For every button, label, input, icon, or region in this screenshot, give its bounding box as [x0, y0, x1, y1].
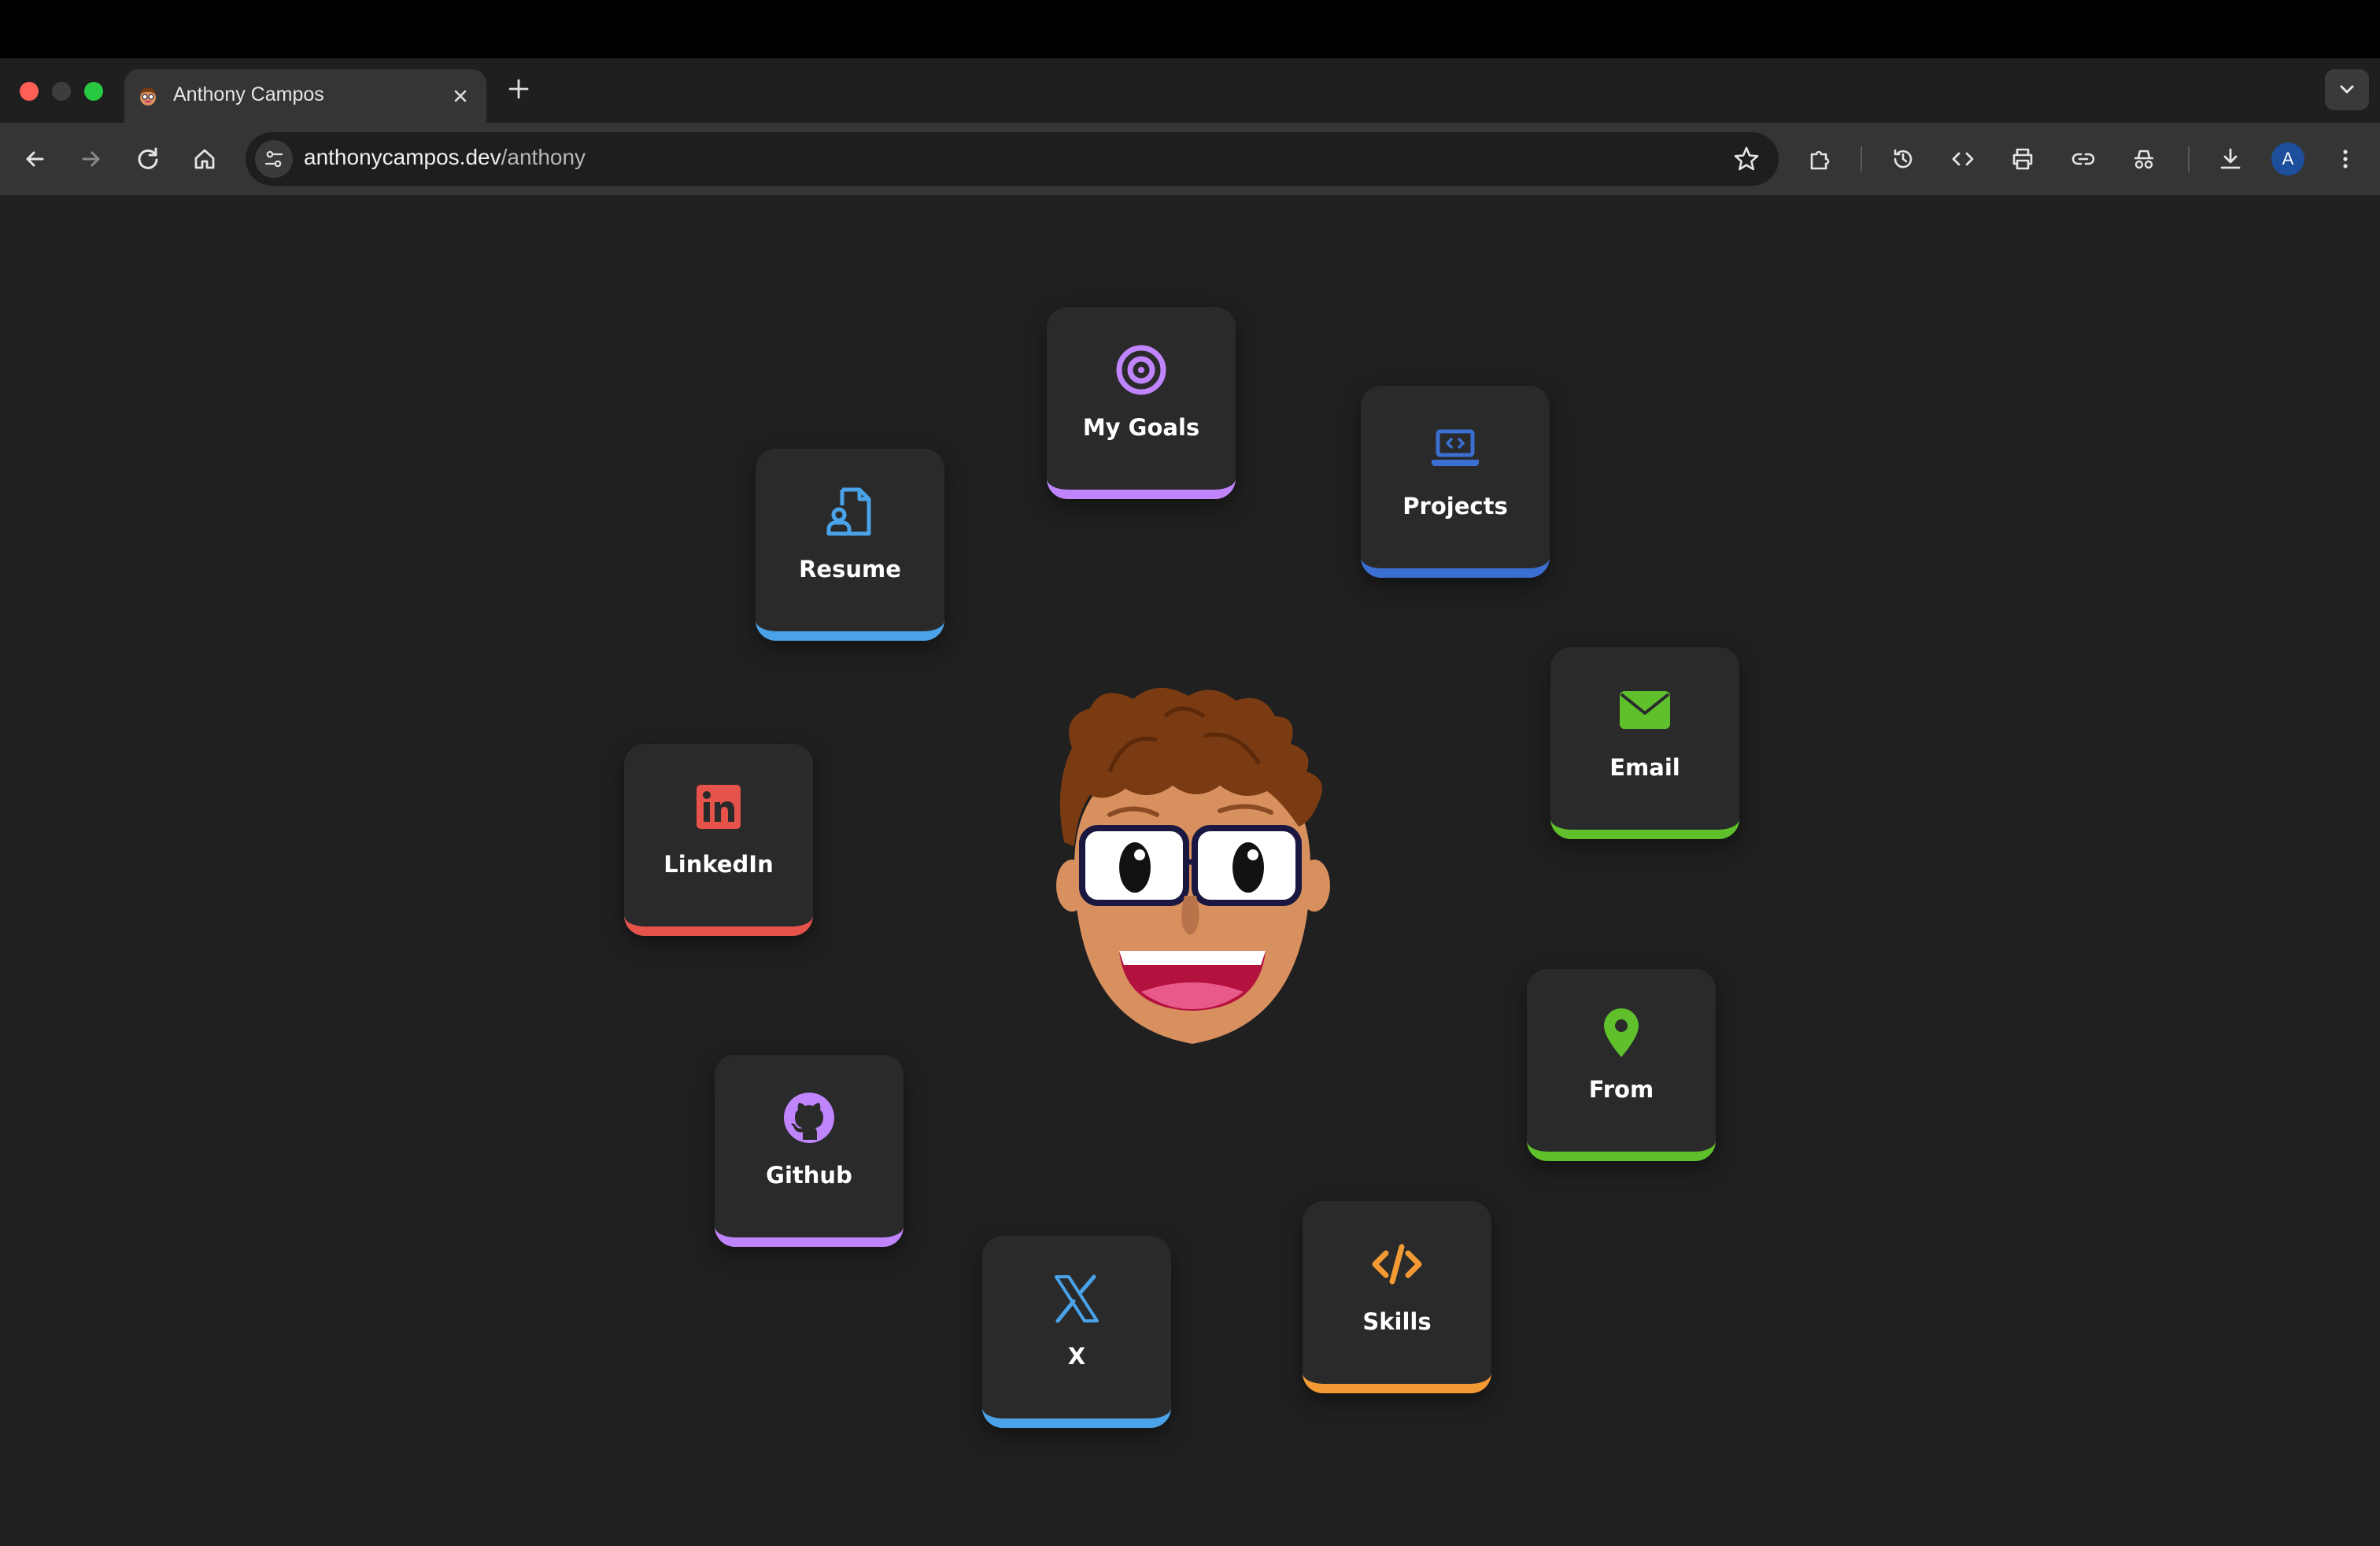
incognito-button[interactable] — [2127, 142, 2161, 176]
profile-avatar-button[interactable]: A — [2271, 142, 2304, 176]
reload-button[interactable] — [131, 142, 165, 176]
card-label: Skills — [1362, 1308, 1432, 1335]
kebab-menu-icon — [2343, 150, 2348, 168]
printer-icon — [2012, 148, 2033, 170]
toolbar-divider — [1861, 146, 1862, 172]
home-button[interactable] — [187, 142, 222, 176]
url-host: anthonycampos.dev — [304, 145, 501, 169]
tab-title: Anthony Campos — [173, 83, 324, 105]
github-icon — [784, 1093, 834, 1143]
extensions-button[interactable] — [1802, 142, 1837, 176]
avatar-illustration — [1056, 687, 1330, 1044]
link-icon — [2071, 153, 2095, 165]
card-x[interactable]: X — [982, 1236, 1171, 1428]
tab-favicon-icon — [140, 87, 156, 105]
tab-close-icon[interactable] — [447, 83, 474, 109]
menu-bar — [0, 0, 2380, 58]
reload-icon — [138, 147, 158, 169]
card-label: Projects — [1402, 493, 1508, 520]
tab-search-button[interactable] — [2325, 69, 2369, 110]
card-label: X — [1067, 1343, 1086, 1370]
forward-button[interactable] — [74, 142, 109, 176]
bookmark-star-icon[interactable] — [1730, 142, 1763, 176]
copy-link-button[interactable] — [2066, 142, 2101, 176]
x-logo-icon — [1055, 1274, 1099, 1323]
card-from[interactable]: From — [1527, 969, 1716, 1161]
download-icon — [2220, 148, 2241, 169]
card-label: From — [1588, 1076, 1654, 1103]
document-user-icon — [826, 487, 871, 536]
card-skills[interactable]: Skills — [1303, 1201, 1491, 1393]
tune-icon — [264, 150, 283, 168]
history-button[interactable] — [1886, 142, 1920, 176]
browser-menu-button[interactable] — [2328, 142, 2363, 176]
linkedin-icon — [697, 785, 741, 829]
site-info-button[interactable] — [255, 140, 293, 178]
window-close-button[interactable] — [20, 82, 39, 101]
window-minimize-button[interactable] — [52, 82, 71, 101]
card-label: LinkedIn — [663, 851, 774, 878]
card-projects[interactable]: Projects — [1361, 386, 1550, 578]
card-resume[interactable]: Resume — [756, 449, 944, 641]
arrow-left-icon — [26, 151, 44, 167]
browser-tab[interactable]: Anthony Campos — [124, 69, 486, 123]
chevron-down-icon — [2340, 85, 2354, 94]
history-icon — [1894, 149, 1913, 168]
code-brackets-icon — [1952, 152, 1974, 166]
card-label: My Goals — [1082, 414, 1200, 441]
card-github[interactable]: Github — [715, 1055, 904, 1247]
target-icon — [1116, 345, 1166, 395]
card-linkedin[interactable]: LinkedIn — [624, 744, 813, 936]
url-text: anthonycampos.dev/anthony — [304, 145, 586, 170]
toolbar-divider — [2188, 146, 2190, 172]
window-maximize-button[interactable] — [84, 82, 103, 101]
map-pin-icon — [1604, 1008, 1639, 1057]
code-icon — [1372, 1244, 1422, 1285]
envelope-icon — [1620, 691, 1670, 729]
card-label: Email — [1609, 754, 1680, 781]
arrow-right-icon — [82, 151, 100, 167]
card-my-goals[interactable]: My Goals — [1047, 307, 1236, 499]
card-label: Github — [766, 1162, 852, 1189]
view-source-button[interactable] — [1946, 142, 1980, 176]
laptop-code-icon — [1432, 429, 1479, 466]
address-bar[interactable]: anthonycampos.dev/anthony — [246, 132, 1779, 186]
back-button[interactable] — [17, 142, 52, 176]
puzzle-icon — [1810, 150, 1830, 170]
home-icon — [194, 149, 215, 169]
incognito-icon — [2134, 150, 2153, 169]
card-email[interactable]: Email — [1550, 647, 1739, 839]
url-path: /anthony — [501, 145, 586, 169]
card-label: Resume — [799, 556, 901, 583]
downloads-button[interactable] — [2213, 142, 2248, 176]
new-tab-icon[interactable] — [505, 76, 532, 102]
print-button[interactable] — [2005, 142, 2040, 176]
